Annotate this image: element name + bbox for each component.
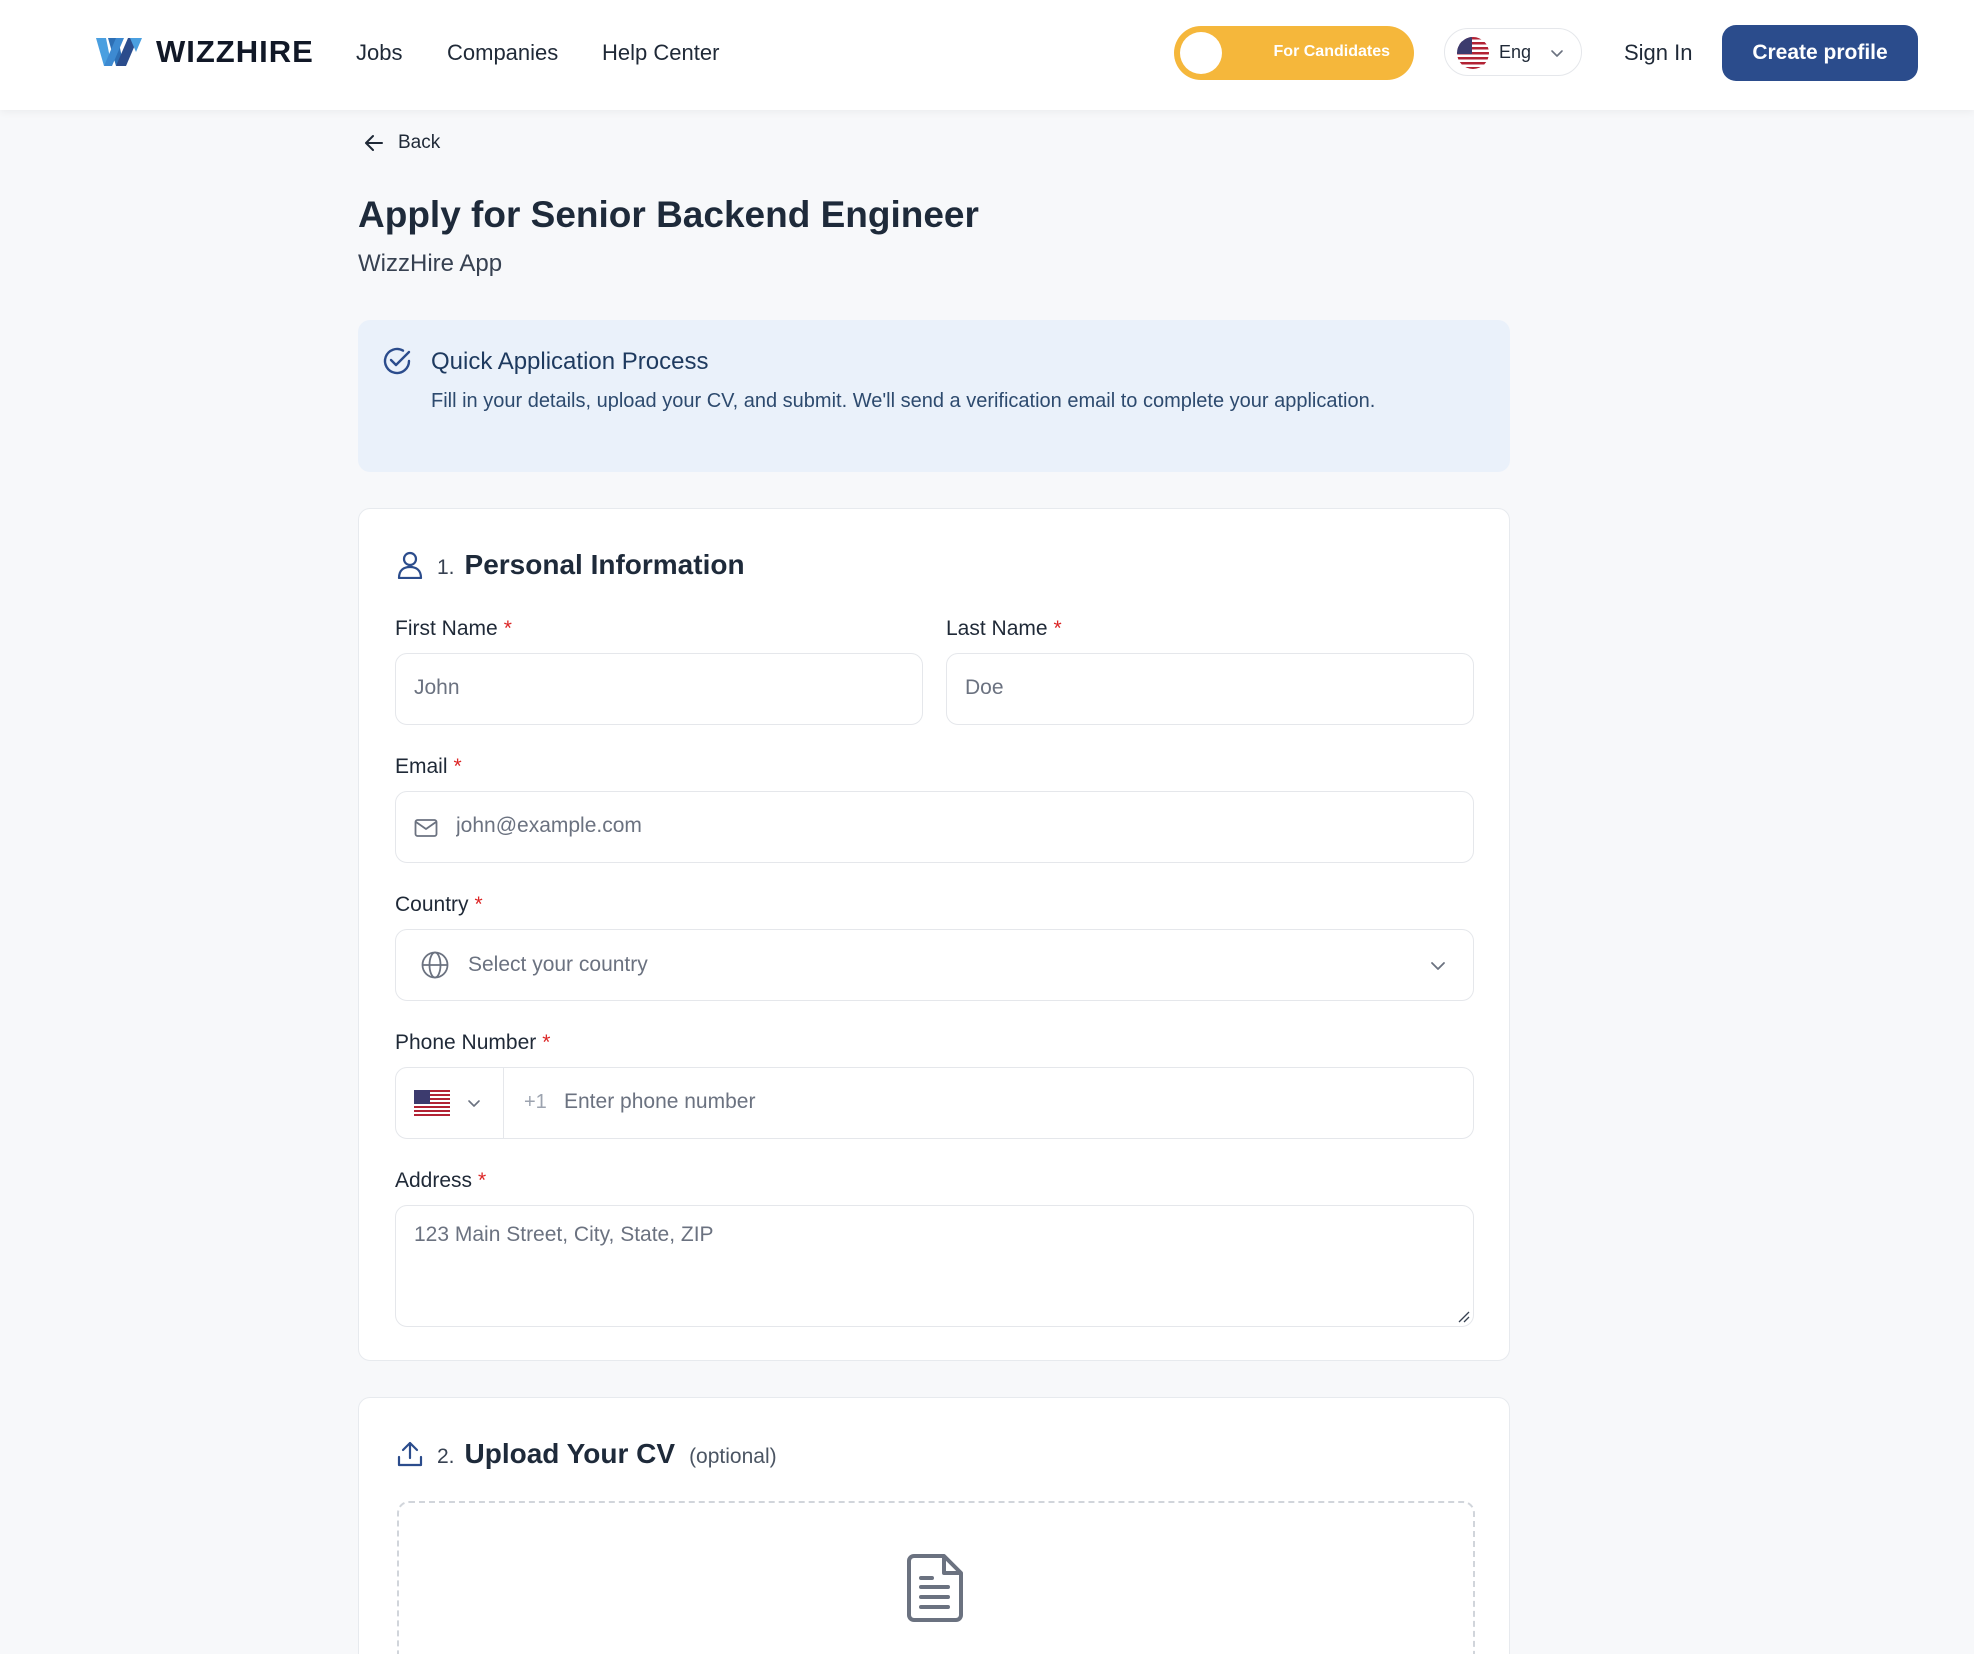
section-title: Personal Information xyxy=(464,549,745,580)
chevron-down-icon xyxy=(1551,50,1563,57)
nav-jobs[interactable]: Jobs xyxy=(356,40,402,66)
phone-label-text: Phone Number xyxy=(395,1031,537,1054)
mail-icon xyxy=(414,819,438,837)
toggle-label: For Candidates xyxy=(1273,43,1390,60)
document-icon xyxy=(907,1554,963,1622)
brand-name: WIZZHIRE xyxy=(156,34,314,69)
company-name: WizzHire App xyxy=(358,250,503,277)
top-header: WIZZHIRE Jobs Companies Help Center For … xyxy=(0,0,1974,110)
country-select[interactable]: Select your country xyxy=(395,929,1474,1001)
address-field[interactable] xyxy=(395,1205,1474,1327)
last-name-field[interactable] xyxy=(946,653,1474,725)
phone-field: +1 xyxy=(395,1067,1474,1139)
email-input[interactable] xyxy=(456,814,1456,838)
phone-input[interactable] xyxy=(564,1090,1444,1114)
toggle-knob xyxy=(1180,32,1222,74)
email-field[interactable] xyxy=(395,791,1474,863)
language-label: Eng xyxy=(1499,42,1532,62)
optional-tag: (optional) xyxy=(689,1445,777,1468)
country-placeholder: Select your country xyxy=(468,953,648,976)
upload-section-header: 2. Upload Your CV (optional) xyxy=(397,1438,777,1470)
personal-section-header: 1. Personal Information xyxy=(397,549,745,581)
email-label: Email * xyxy=(395,755,462,779)
check-circle-icon xyxy=(383,347,411,375)
personal-information-card: 1. Personal Information First Name* Last… xyxy=(358,508,1510,1361)
required-asterisk: * xyxy=(474,893,483,916)
country-label: Country * xyxy=(395,893,483,917)
nav-companies[interactable]: Companies xyxy=(447,40,558,66)
address-label: Address * xyxy=(395,1169,486,1193)
last-name-label: Last Name * xyxy=(946,617,1062,641)
phone-country-code-select[interactable] xyxy=(396,1068,504,1138)
last-name-label-text: Last Name xyxy=(946,617,1048,640)
address-label-text: Address xyxy=(395,1169,473,1192)
section-number: 1. xyxy=(437,556,455,579)
sign-in-link[interactable]: Sign In xyxy=(1624,40,1693,66)
candidate-mode-toggle[interactable]: For Candidates xyxy=(1174,26,1414,80)
user-icon xyxy=(397,551,423,579)
language-selector[interactable]: Eng xyxy=(1444,28,1582,76)
required-asterisk: * xyxy=(478,1169,487,1192)
email-label-text: Email xyxy=(395,755,448,778)
country-label-text: Country xyxy=(395,893,469,916)
section-title: Upload Your CV xyxy=(464,1438,676,1469)
required-asterisk: * xyxy=(453,755,462,778)
phone-label: Phone Number * xyxy=(395,1031,550,1055)
page-title: Apply for Senior Backend Engineer xyxy=(358,194,979,235)
first-name-label-text: First Name xyxy=(395,617,498,640)
required-asterisk: * xyxy=(1053,617,1062,640)
first-name-label: First Name * xyxy=(395,617,512,641)
first-name-input[interactable] xyxy=(414,676,894,700)
back-link[interactable]: Back xyxy=(364,132,440,154)
globe-icon xyxy=(421,951,449,979)
arrow-left-icon xyxy=(365,135,383,151)
cv-dropzone[interactable] xyxy=(397,1501,1475,1654)
wizzhire-logo-icon xyxy=(96,38,142,66)
info-text: Fill in your details, upload your CV, an… xyxy=(431,390,1376,412)
address-textarea[interactable] xyxy=(414,1220,1444,1316)
section-number: 2. xyxy=(437,1445,455,1468)
upload-cv-card: 2. Upload Your CV (optional) xyxy=(358,1397,1510,1654)
nav-help-center[interactable]: Help Center xyxy=(602,40,719,66)
required-asterisk: * xyxy=(542,1031,551,1054)
resize-handle-icon[interactable] xyxy=(1456,1309,1470,1323)
brand-logo[interactable]: WIZZHIRE xyxy=(96,34,314,70)
info-banner: Quick Application Process Fill in your d… xyxy=(358,320,1510,472)
chevron-down-icon xyxy=(468,1100,480,1107)
last-name-input[interactable] xyxy=(965,676,1445,700)
chevron-down-icon xyxy=(1431,962,1445,970)
us-flag-icon xyxy=(414,1090,450,1116)
create-profile-button[interactable]: Create profile xyxy=(1722,25,1918,81)
back-label: Back xyxy=(398,132,441,153)
first-name-field[interactable] xyxy=(395,653,923,725)
us-flag-icon xyxy=(1457,37,1489,69)
upload-icon xyxy=(397,1441,423,1467)
required-asterisk: * xyxy=(503,617,512,640)
phone-prefix: +1 xyxy=(524,1091,547,1113)
info-title: Quick Application Process xyxy=(431,348,709,375)
